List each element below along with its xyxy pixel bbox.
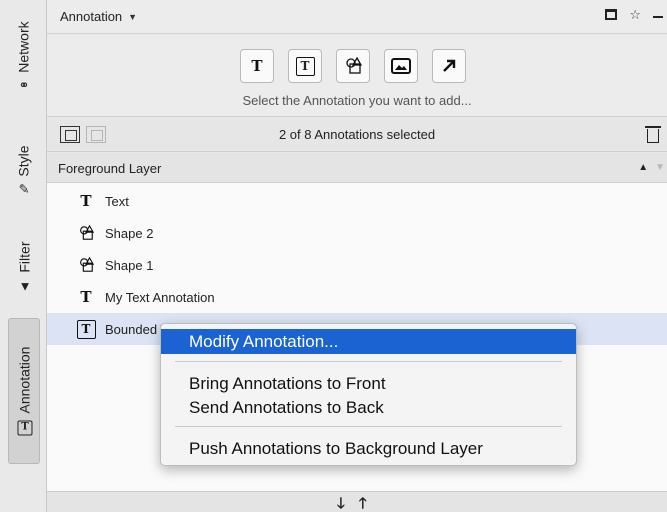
add-bounded-text-annotation-button[interactable]: T <box>288 49 322 83</box>
text-icon: T <box>80 192 92 210</box>
selection-status: 2 of 8 Annotations selected <box>278 127 436 142</box>
add-shape-annotation-button[interactable] <box>336 49 370 83</box>
text-annotation-icon: T <box>251 57 263 75</box>
shape-icon <box>75 225 97 241</box>
add-image-annotation-button[interactable] <box>384 49 418 83</box>
image-annotation-icon <box>391 58 411 74</box>
text-icon: T <box>80 288 92 306</box>
layer-title: Foreground Layer <box>58 161 162 176</box>
list-item[interactable]: Shape 1 <box>47 249 667 281</box>
selection-toolbar: 2 of 8 Annotations selected <box>47 118 667 152</box>
list-item-label: Shape 2 <box>105 225 154 241</box>
list-item-label: Shape 1 <box>105 257 154 273</box>
layer-header: Foreground Layer ▲ ▼ <box>47 153 667 183</box>
tab-annotation[interactable]: T Annotation <box>8 318 40 464</box>
bounded-text-icon: T <box>16 420 32 436</box>
shape-icon <box>75 257 97 273</box>
context-menu: Modify Annotation... Bring Annotations t… <box>160 323 577 466</box>
tab-filter-label: Filter <box>16 241 32 273</box>
list-item-label: My Text Annotation <box>105 289 215 305</box>
tab-style-label: Style <box>16 145 32 177</box>
menu-separator <box>175 426 562 427</box>
sort-up-icon[interactable]: ▲ <box>638 162 648 173</box>
menu-item-modify-annotation[interactable]: Modify Annotation... <box>161 329 576 354</box>
list-item-label: Text <box>105 193 129 209</box>
panel-titlebar: Annotation ▼ ☆ <box>47 0 667 34</box>
bounded-text-annotation-icon: T <box>295 56 315 76</box>
shape-annotation-icon <box>346 57 363 74</box>
list-item[interactable]: T Text <box>47 185 667 217</box>
tab-network-label: Network <box>16 21 33 73</box>
tab-network[interactable]: ⚭ Network <box>8 0 40 112</box>
float-window-icon[interactable] <box>605 9 618 20</box>
move-down-icon[interactable]: 🡓 <box>337 493 345 512</box>
panel-title[interactable]: Annotation <box>60 9 122 24</box>
minimize-icon[interactable] <box>653 15 663 18</box>
arrow-annotation-icon <box>443 59 456 72</box>
add-annotation-toolbar: T T Select the Annotation you want to ad… <box>47 35 667 117</box>
filter-icon: ▼ <box>17 278 31 294</box>
side-tab-strip: ⚭ Network ✎ Style ▼ Filter T Annotation <box>0 0 47 512</box>
sort-down-icon[interactable]: ▼ <box>655 162 665 173</box>
tab-filter[interactable]: ▼ Filter <box>8 226 40 308</box>
tab-style[interactable]: ✎ Style <box>8 124 40 216</box>
add-arrow-annotation-button[interactable] <box>432 49 466 83</box>
menu-item-send-to-back[interactable]: Send Annotations to Back <box>161 395 576 420</box>
add-annotation-hint: Select the Annotation you want to add... <box>242 93 472 108</box>
bounded-text-icon: T <box>76 319 96 339</box>
move-up-icon[interactable]: 🡑 <box>359 493 367 512</box>
window-controls: ☆ <box>605 8 663 21</box>
delete-trash-icon[interactable] <box>645 124 661 144</box>
brush-icon: ✎ <box>18 181 30 197</box>
pin-icon[interactable]: ☆ <box>629 8 641 21</box>
tab-annotation-label: Annotation <box>16 346 33 414</box>
list-item[interactable]: T My Text Annotation <box>47 281 667 313</box>
network-icon: ⚭ <box>18 77 30 93</box>
menu-separator <box>175 361 562 362</box>
reorder-bar: 🡓 🡑 <box>47 491 667 512</box>
list-item[interactable]: Shape 2 <box>47 217 667 249</box>
menu-item-push-to-background[interactable]: Push Annotations to Background Layer <box>161 436 576 461</box>
menu-item-bring-to-front[interactable]: Bring Annotations to Front <box>161 371 576 396</box>
panel-menu-caret-icon[interactable]: ▼ <box>128 12 137 22</box>
add-text-annotation-button[interactable]: T <box>240 49 274 83</box>
